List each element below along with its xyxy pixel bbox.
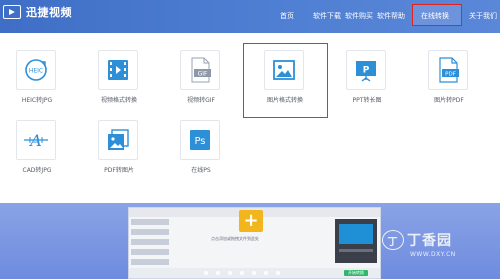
- preview-convert-button: 开始转换: [344, 270, 368, 276]
- carousel-dot[interactable]: [276, 271, 280, 275]
- preview-progress: [339, 249, 373, 252]
- svg-text:PDF: PDF: [445, 72, 456, 78]
- tool-label: 视频格式转换: [100, 97, 137, 104]
- banner-app-preview: + 点击添加或拖拽文件到此处 开始转换: [128, 207, 381, 279]
- carousel-dot[interactable]: [264, 271, 268, 275]
- tool-video-convert[interactable]: 视频格式转换: [86, 50, 152, 114]
- tool-ppt-to-long-image[interactable]: P PPT转长图: [334, 50, 400, 114]
- top-navigation-bar: 迅捷视频 首页 软件下载 软件购买 软件帮助 在线转换 关于我们: [0, 0, 500, 33]
- watermark-title: 丁 丁香园: [382, 230, 456, 250]
- carousel-dot[interactable]: [252, 271, 256, 275]
- pdf-image-icon: [98, 120, 138, 160]
- svg-text:Ps: Ps: [194, 136, 205, 147]
- preview-window: [339, 224, 373, 244]
- preview-file-list: [131, 219, 171, 271]
- tool-online-ps[interactable]: Ps 在线PS: [168, 120, 234, 184]
- preview-file-thumb: [131, 239, 169, 245]
- cad-icon: A: [16, 120, 56, 160]
- nav-software-help[interactable]: 软件帮助: [377, 11, 405, 21]
- preview-side-panel: [335, 219, 377, 263]
- tool-heic-to-jpg[interactable]: HEIC HEIC转JPG: [4, 50, 70, 114]
- pdf-icon: PDF: [428, 50, 468, 90]
- heic-icon: HEIC: [16, 50, 56, 90]
- preview-hint-text: 点击添加或拖拽文件到此处: [211, 236, 259, 241]
- watermark-logo-icon: 丁: [382, 230, 404, 250]
- logo-icon: [3, 5, 21, 19]
- svg-text:GIF: GIF: [198, 71, 208, 78]
- nav-online-convert[interactable]: 在线转换: [421, 11, 449, 21]
- ps-icon: Ps: [180, 120, 220, 160]
- tool-label: PDF转图片: [104, 167, 134, 174]
- video-convert-icon: [98, 50, 138, 90]
- svg-text:P: P: [363, 66, 370, 76]
- preview-file-thumb: [131, 229, 169, 235]
- svg-text:HEIC: HEIC: [29, 68, 43, 75]
- carousel-dots: [204, 271, 280, 275]
- tool-video-to-gif[interactable]: GIF 视频转GIF: [168, 50, 234, 114]
- watermark-title-text: 丁香园: [407, 233, 452, 249]
- tool-cad-to-jpg[interactable]: A CAD转JPG: [4, 120, 70, 184]
- preview-file-thumb: [131, 259, 169, 265]
- watermark: 丁 丁香园 WWW.DXY.CN: [382, 230, 456, 258]
- tool-label: 视频转GIF: [187, 97, 215, 104]
- tool-pdf-to-image[interactable]: PDF转图片: [86, 120, 152, 184]
- tool-image-to-pdf[interactable]: PDF 图片转PDF: [416, 50, 482, 114]
- preview-file-thumb: [131, 219, 169, 225]
- ppt-icon: P: [346, 50, 386, 90]
- gif-icon: GIF: [180, 50, 220, 90]
- preview-file-thumb: [131, 249, 169, 255]
- carousel-dot[interactable]: [216, 271, 220, 275]
- tool-label: 图片转PDF: [434, 97, 464, 104]
- carousel-dot[interactable]: [228, 271, 232, 275]
- carousel-dot[interactable]: [204, 271, 208, 275]
- preview-add-file-icon: +: [239, 210, 263, 232]
- tool-label: 在线PS: [191, 167, 211, 174]
- watermark-subtitle: WWW.DXY.CN: [410, 251, 456, 258]
- nav-software-purchase[interactable]: 软件购买: [345, 11, 373, 21]
- nav-home[interactable]: 首页: [280, 11, 294, 21]
- tool-label: CAD转JPG: [22, 167, 52, 174]
- tool-label: HEIC转JPG: [21, 97, 53, 104]
- nav-software-download[interactable]: 软件下载: [313, 11, 341, 21]
- tool-label: PPT转长图: [352, 97, 382, 104]
- app-logo[interactable]: 迅捷视频: [3, 4, 72, 20]
- app-title: 迅捷视频: [26, 6, 72, 19]
- nav-about-us[interactable]: 关于我们: [469, 11, 497, 21]
- selected-tool-highlight: [243, 43, 328, 118]
- carousel-dot[interactable]: [240, 271, 244, 275]
